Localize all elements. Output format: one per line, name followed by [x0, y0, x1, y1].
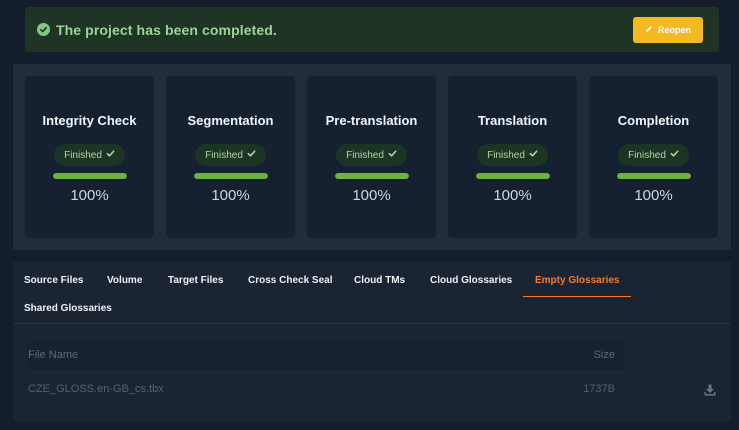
progress-percent: 100%: [211, 187, 250, 204]
tab-volume[interactable]: Volume: [107, 275, 142, 286]
progress-bar: [334, 173, 409, 179]
status-badge: Finished: [54, 144, 125, 166]
tab-cloud-glossaries[interactable]: Cloud Glossaries: [430, 275, 512, 286]
files-panel: Source Files Volume Target Files Cross C…: [13, 262, 731, 422]
workflow-steps-panel: Integrity Check Finished 100% Segmentati…: [13, 64, 731, 250]
pencil-icon: [645, 25, 653, 35]
status-badge: Finished: [336, 144, 407, 166]
checkmark-icon: [388, 149, 397, 161]
step-title: Translation: [477, 113, 548, 128]
completion-message: The project has been completed.: [56, 21, 277, 38]
progress-percent: 100%: [352, 187, 391, 204]
step-title: Completion: [617, 113, 690, 128]
checkmark-icon: [247, 149, 256, 161]
status-badge: Finished: [477, 144, 548, 166]
progress-bar: [475, 173, 550, 179]
tab-cross-check-seal[interactable]: Cross Check Seal: [248, 275, 333, 286]
table-row: CZE_GLOSS.en-GB_cs.tbx 1737B: [27, 372, 624, 408]
progress-percent: 100%: [634, 187, 673, 204]
tab-source-files[interactable]: Source Files: [24, 275, 83, 286]
status-label: Finished: [346, 149, 384, 161]
status-label: Finished: [628, 149, 666, 161]
tab-bar: Source Files Volume Target Files Cross C…: [13, 262, 731, 324]
reopen-button-label: Reopen: [657, 24, 691, 35]
step-title: Segmentation: [187, 113, 274, 128]
file-table: File Name Size CZE_GLOSS.en-GB_cs.tbx 17…: [27, 341, 624, 408]
progress-bar-fill: [193, 173, 268, 179]
tab-shared-glossaries[interactable]: Shared Glossaries: [24, 303, 112, 314]
progress-bar-fill: [475, 173, 550, 179]
step-card-integrity-check: Integrity Check Finished 100%: [25, 76, 154, 238]
step-card-segmentation: Segmentation Finished 100%: [166, 76, 295, 238]
progress-bar: [616, 173, 691, 179]
tab-cloud-tms[interactable]: Cloud TMs: [354, 275, 405, 286]
status-label: Finished: [487, 149, 525, 161]
reopen-button[interactable]: Reopen: [633, 16, 703, 43]
checkmark-icon: [106, 149, 115, 161]
progress-bar: [193, 173, 268, 179]
file-size-cell: 1737B: [583, 383, 615, 395]
step-title: Integrity Check: [42, 113, 137, 128]
progress-percent: 100%: [493, 187, 532, 204]
completion-banner: The project has been completed. Reopen: [25, 7, 719, 52]
status-badge: Finished: [195, 144, 266, 166]
table-header: File Name Size: [27, 341, 624, 372]
step-card-completion: Completion Finished 100%: [589, 76, 718, 238]
progress-bar: [52, 173, 127, 179]
progress-bar-fill: [616, 173, 691, 179]
download-icon[interactable]: [703, 383, 717, 397]
progress-bar-fill: [52, 173, 127, 179]
status-label: Finished: [205, 149, 243, 161]
tab-target-files[interactable]: Target Files: [168, 275, 223, 286]
progress-percent: 100%: [70, 187, 109, 204]
file-name-cell: CZE_GLOSS.en-GB_cs.tbx: [28, 383, 164, 395]
status-badge: Finished: [618, 144, 689, 166]
step-title: Pre-translation: [325, 113, 418, 128]
checkmark-icon: [529, 149, 538, 161]
tab-empty-glossaries[interactable]: Empty Glossaries: [535, 275, 619, 286]
column-header-size: Size: [593, 349, 615, 361]
checkmark-icon: [670, 149, 679, 161]
progress-bar-fill: [334, 173, 409, 179]
column-header-file-name: File Name: [28, 349, 79, 361]
check-circle-icon: [37, 23, 50, 36]
step-card-translation: Translation Finished 100%: [448, 76, 577, 238]
status-label: Finished: [64, 149, 102, 161]
active-tab-indicator: [523, 296, 631, 297]
step-card-pre-translation: Pre-translation Finished 100%: [307, 76, 436, 238]
